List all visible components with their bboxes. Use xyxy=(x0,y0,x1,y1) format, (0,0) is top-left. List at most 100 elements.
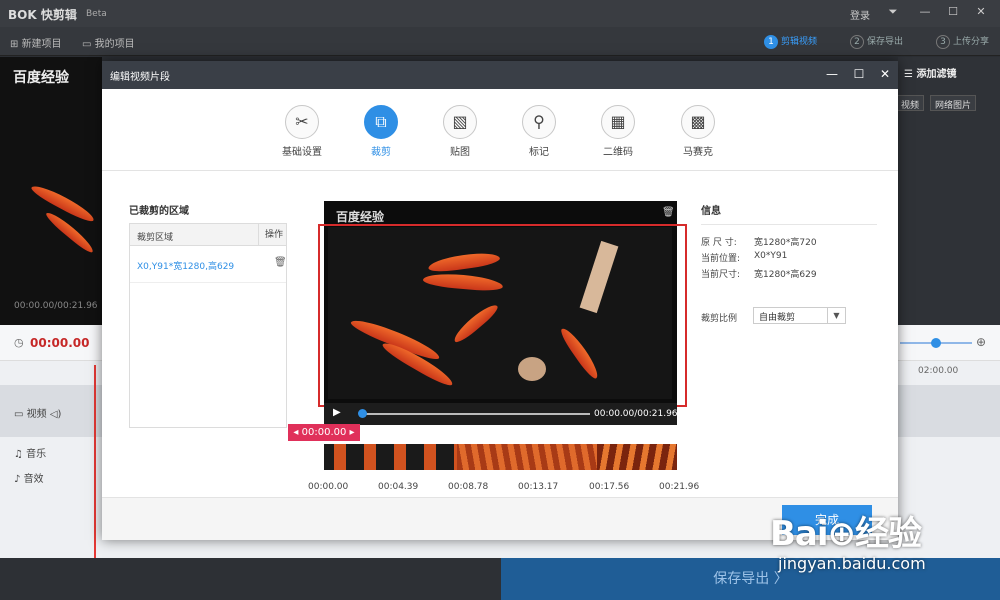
background-right-panel: ☰ 添加滤镜 视频 网络图片 xyxy=(896,57,1000,325)
step-number: 2 xyxy=(850,35,864,49)
zoom-in-icon[interactable]: ⊕ xyxy=(976,335,986,349)
close-icon[interactable]: ✕ xyxy=(972,5,990,21)
add-filter-label: 添加滤镜 xyxy=(916,69,957,80)
tool-label: 贴图 xyxy=(450,147,470,158)
track-video[interactable]: ▭ 视频 ◁) xyxy=(14,405,116,431)
ruler-label: 02:00.00 xyxy=(918,366,959,376)
crop-selection-box[interactable] xyxy=(318,224,687,407)
crop-area-value: X0,Y91*宽1280,高629 xyxy=(137,262,235,272)
preview-title: 百度经验 xyxy=(13,70,69,86)
login-button[interactable]: 登录 xyxy=(850,7,870,22)
tool-basic-settings[interactable]: ✂ 基础设置 xyxy=(272,105,332,165)
qrcode-icon: ▦ xyxy=(601,105,635,139)
zoom-slider-knob[interactable] xyxy=(931,338,941,348)
track-label: 音乐 xyxy=(26,449,47,460)
menu-dropdown-icon[interactable]: ⏷ xyxy=(884,5,902,21)
dialog-titlebar: 编辑视频片段 — ☐ ✕ xyxy=(102,61,898,89)
info-divider xyxy=(701,224,877,225)
step-upload-share[interactable]: 3 上传分享 xyxy=(936,34,989,49)
clock-icon: ◷ xyxy=(14,336,24,349)
ratio-value: 自由裁剪 xyxy=(759,313,796,323)
strip-tick: 00:04.39 xyxy=(378,482,419,492)
track-label: 音效 xyxy=(23,474,44,485)
thumbnail-segment xyxy=(597,444,677,470)
strip-tick: 00:13.17 xyxy=(518,482,559,492)
watermark-logo: Bai⊕经验 xyxy=(770,514,922,554)
video-time: 00:00.00/00:21.96 xyxy=(594,409,678,419)
tool-label: 基础设置 xyxy=(282,147,322,158)
pin-icon: ⚲ xyxy=(522,105,556,139)
video-title: 百度经验 xyxy=(336,210,385,224)
table-row[interactable]: X0,Y91*宽1280,高629 🗑 xyxy=(130,246,287,283)
track-music[interactable]: ♫ 音乐 xyxy=(14,445,116,471)
video-button[interactable]: 视频 xyxy=(896,95,925,111)
tool-mark[interactable]: ⚲ 标记 xyxy=(509,105,569,165)
video-progress-knob[interactable] xyxy=(358,409,367,418)
tool-label: 二维码 xyxy=(603,147,633,158)
track-label: 视频 xyxy=(26,409,47,420)
step-label: 上传分享 xyxy=(953,37,990,47)
thumbnail-strip[interactable] xyxy=(324,444,677,470)
add-filter-tab[interactable]: ☰ 添加滤镜 xyxy=(904,65,956,80)
tool-row: ✂ 基础设置 ⧉ 裁剪 ▧ 贴图 ⚲ 标记 ▦ 二维码 ▩ 马赛克 xyxy=(102,89,898,171)
dialog-close-icon[interactable]: ✕ xyxy=(877,66,893,82)
cropped-areas-title: 已裁剪的区域 xyxy=(129,206,189,217)
background-preview: 百度经验 00:00.00/00:21.96 xyxy=(0,57,102,325)
main-toolbar: ⊞ 新建项目 ▭ 我的项目 1 剪辑视频 2 保存导出 3 上传分享 xyxy=(0,27,1000,56)
step-label: 剪辑视频 xyxy=(781,37,818,47)
tool-qrcode[interactable]: ▦ 二维码 xyxy=(588,105,648,165)
thumbnail-segment xyxy=(457,444,597,470)
app-logo: BOK 快剪辑 xyxy=(8,8,77,22)
trash-icon[interactable]: 🗑 xyxy=(662,207,675,218)
step-edit-video[interactable]: 1 剪辑视频 xyxy=(764,34,817,49)
cropped-areas-table: 裁剪区域 操作 X0,Y91*宽1280,高629 🗑 xyxy=(129,223,287,428)
thumbnail-segment xyxy=(324,444,457,470)
strip-tick: 00:00.00 xyxy=(308,482,349,492)
step-save-export[interactable]: 2 保存导出 xyxy=(850,34,903,49)
strip-tick: 00:17.56 xyxy=(589,482,630,492)
my-projects-label: 我的项目 xyxy=(94,39,135,50)
minimize-icon[interactable]: — xyxy=(916,5,934,21)
crop-icon: ⧉ xyxy=(364,105,398,139)
scissors-icon: ✂ xyxy=(285,105,319,139)
current-time-marker[interactable]: ◂ 00:00.00 ▸ xyxy=(288,424,360,441)
net-image-button[interactable]: 网络图片 xyxy=(930,95,977,111)
strip-tick: 00:08.78 xyxy=(448,482,489,492)
tool-sticker[interactable]: ▧ 贴图 xyxy=(430,105,490,165)
track-sfx[interactable]: ♪ 音效 xyxy=(14,470,116,496)
watermark: Bai⊕经验 jingyan.baidu.com xyxy=(770,492,1000,600)
step-number: 3 xyxy=(936,35,950,49)
step-label: 保存导出 xyxy=(867,37,904,47)
chili-graphic xyxy=(29,181,97,225)
delete-icon[interactable]: 🗑 xyxy=(274,257,287,268)
ratio-label: 裁剪比例 xyxy=(701,314,738,324)
image-icon: ▧ xyxy=(443,105,477,139)
info-value: 宽1280*高720 xyxy=(754,238,817,248)
new-project-label: 新建项目 xyxy=(21,39,62,50)
info-label: 当前尺寸: xyxy=(701,270,741,280)
dialog-title: 编辑视频片段 xyxy=(110,72,170,83)
my-projects-button[interactable]: ▭ 我的项目 xyxy=(82,35,135,50)
ratio-select[interactable]: 自由裁剪 ▼ xyxy=(753,307,846,324)
column-header-area: 裁剪区域 xyxy=(137,233,174,243)
play-icon[interactable]: ▶ xyxy=(333,407,341,418)
beta-badge: Beta xyxy=(86,9,107,19)
info-value: 宽1280*高629 xyxy=(754,270,817,280)
dialog-minimize-icon[interactable]: — xyxy=(824,66,840,82)
tool-crop[interactable]: ⧉ 裁剪 xyxy=(351,105,411,165)
info-value: X0*Y91 xyxy=(754,251,788,261)
new-project-button[interactable]: ⊞ 新建项目 xyxy=(10,35,62,50)
dialog-body: 已裁剪的区域 裁剪区域 操作 X0,Y91*宽1280,高629 🗑 百度经验 … xyxy=(102,171,898,497)
watermark-site: jingyan.baidu.com xyxy=(778,554,926,573)
maximize-icon[interactable]: ☐ xyxy=(944,5,962,21)
dialog-maximize-icon[interactable]: ☐ xyxy=(851,66,867,82)
current-time-value: 00:00.00 xyxy=(301,427,347,438)
table-header: 裁剪区域 操作 xyxy=(130,224,286,246)
info-title: 信息 xyxy=(701,206,721,217)
tool-mosaic[interactable]: ▩ 马赛克 xyxy=(668,105,728,165)
video-progress-bar[interactable] xyxy=(360,413,590,415)
preview-time: 00:00.00/00:21.96 xyxy=(14,301,98,311)
info-panel: 信息 xyxy=(701,202,877,225)
playhead[interactable] xyxy=(94,365,96,558)
app-titlebar: BOK 快剪辑 Beta 登录 ⏷ — ☐ ✕ xyxy=(0,0,1000,27)
